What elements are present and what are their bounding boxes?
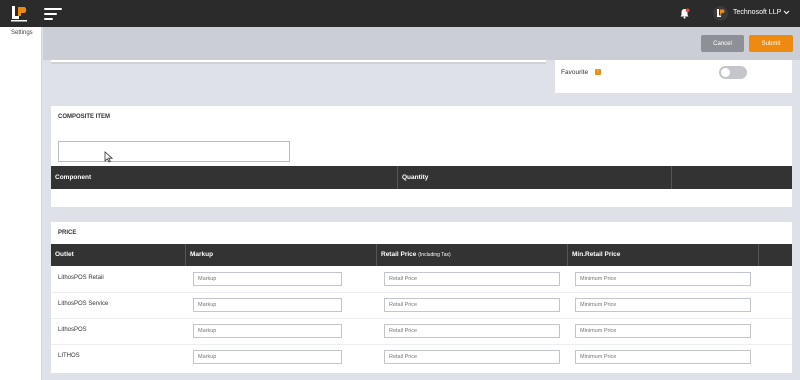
table-row: LithosPOS Service: [51, 293, 792, 319]
column-header-outlet: Outlet: [51, 244, 186, 266]
column-header-quantity: Quantity: [398, 166, 672, 189]
sidebar-item-settings[interactable]: Settings: [11, 30, 33, 36]
min-price-input[interactable]: [575, 324, 751, 338]
favourite-card: Favourite !: [555, 60, 792, 93]
outlet-name: LithosPOS Retail: [58, 275, 104, 281]
column-header-blank: [759, 244, 792, 266]
composite-item-card: COMPOSITE ITEM Component Quantity: [51, 106, 792, 207]
column-header-min-retail-price: Min.Retail Price: [568, 244, 759, 266]
retail-price-input[interactable]: [384, 324, 560, 338]
column-header-component: Component: [51, 166, 398, 189]
composite-item-title: COMPOSITE ITEM: [58, 114, 111, 120]
outlet-name: LithosPOS: [58, 327, 87, 333]
markup-input[interactable]: [193, 272, 342, 286]
price-title: PRICE: [58, 230, 77, 236]
chevron-down-icon[interactable]: [783, 9, 790, 16]
details-card: [51, 60, 546, 64]
menu-icon[interactable]: [44, 8, 62, 20]
cancel-button[interactable]: Cancel: [701, 35, 744, 52]
notification-bell-icon[interactable]: [679, 8, 690, 19]
action-bar: [43, 27, 800, 60]
submit-button[interactable]: Submit: [749, 35, 793, 52]
price-card: PRICE Outlet Markup Retail Price (Includ…: [51, 222, 792, 373]
outlet-name: LITHOS: [58, 353, 80, 359]
retail-price-input[interactable]: [384, 272, 560, 286]
company-avatar-icon[interactable]: [713, 6, 728, 21]
lithos-logo-icon[interactable]: [9, 4, 29, 23]
column-header-actions: [672, 166, 792, 189]
outlet-name: LithosPOS Service: [58, 301, 109, 307]
component-search-input[interactable]: [58, 141, 290, 162]
min-price-input[interactable]: [575, 272, 751, 286]
composite-table-header: Component Quantity: [51, 166, 792, 189]
price-table-header: Outlet Markup Retail Price (Including Ta…: [51, 244, 792, 266]
column-header-markup: Markup: [186, 244, 377, 266]
info-icon[interactable]: !: [595, 69, 601, 75]
company-name[interactable]: Technosoft LLP: [733, 9, 781, 16]
sidebar: Settings: [0, 27, 42, 380]
mouse-cursor-icon: [104, 151, 113, 163]
column-header-retail-price: Retail Price (Including Tax): [377, 244, 568, 266]
retail-price-note: (Including Tax): [418, 252, 451, 258]
markup-input[interactable]: [193, 324, 342, 338]
min-price-input[interactable]: [575, 298, 751, 312]
favourite-toggle[interactable]: [719, 66, 747, 79]
min-price-input[interactable]: [575, 350, 751, 364]
retail-price-label: Retail Price: [381, 251, 417, 258]
retail-price-input[interactable]: [384, 350, 560, 364]
top-bar: Technosoft LLP: [0, 0, 800, 27]
markup-input[interactable]: [193, 298, 342, 312]
retail-price-input[interactable]: [384, 298, 560, 312]
table-row: LithosPOS: [51, 319, 792, 345]
table-row: LITHOS: [51, 345, 792, 371]
markup-input[interactable]: [193, 350, 342, 364]
table-row: LithosPOS Retail: [51, 267, 792, 293]
favourite-label: Favourite: [561, 69, 589, 76]
